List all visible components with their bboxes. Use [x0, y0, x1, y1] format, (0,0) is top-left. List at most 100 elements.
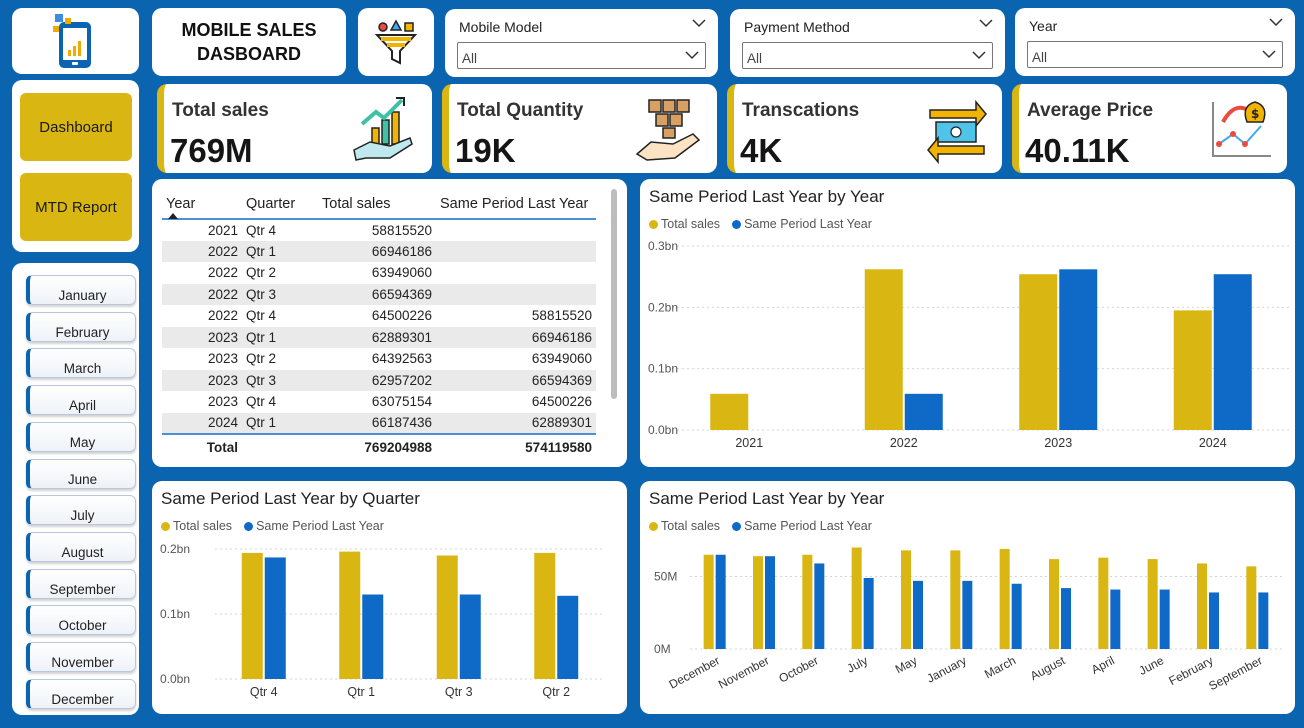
- bar-total-sales[interactable]: [436, 555, 458, 680]
- bar-total-sales[interactable]: [1197, 563, 1207, 649]
- mobile-logo-icon: [52, 14, 91, 68]
- chevron-down-icon[interactable]: [1269, 17, 1283, 27]
- bar-same-period-last-year[interactable]: [1011, 583, 1022, 649]
- month-option-december[interactable]: December: [26, 678, 136, 709]
- last-year-cell: 58815520: [531, 308, 592, 324]
- last-year-cell: 66594369: [531, 372, 592, 388]
- chevron-down-icon: [685, 51, 699, 60]
- total-sales-cell: 66187436: [371, 415, 432, 431]
- total-sales-cell: 63949060: [371, 265, 432, 281]
- x-tick-label: May: [893, 653, 920, 676]
- bar-same-period-last-year[interactable]: [557, 595, 579, 679]
- table-scrollbar[interactable]: [611, 189, 617, 399]
- bar-chart-by-year: 0.0bn 0.1bn 0.2bn 0.3bn 2021 2022 2023 2024: [648, 239, 1290, 450]
- bar-total-sales[interactable]: [1173, 310, 1212, 430]
- payment-method-dropdown[interactable]: All: [742, 42, 993, 69]
- month-option-june[interactable]: June: [26, 458, 136, 489]
- month-option-august[interactable]: August: [26, 531, 136, 562]
- total-sales-cell: 64500226: [371, 308, 432, 324]
- quarter-cell: Qtr 3: [246, 286, 277, 302]
- sort-descending-icon: [168, 213, 178, 219]
- bar-total-sales[interactable]: [1147, 559, 1158, 649]
- month-option-may[interactable]: May: [26, 421, 136, 452]
- bar-total-sales[interactable]: [851, 547, 862, 650]
- x-tick-label: Qtr 2: [542, 685, 570, 699]
- bar-total-sales[interactable]: [950, 550, 961, 649]
- total-sales-cell: 62957202: [371, 372, 432, 388]
- y-tick-label: 0.1bn: [160, 607, 190, 621]
- bar-same-period-last-year[interactable]: [962, 580, 973, 649]
- bar-total-sales[interactable]: [802, 554, 813, 649]
- bar-same-period-last-year[interactable]: [1061, 588, 1071, 649]
- bar-same-period-last-year[interactable]: [264, 557, 286, 679]
- sales-table-card: Year Quarter Total sales Same Period Las…: [152, 179, 627, 467]
- bar-same-period-last-year[interactable]: [1159, 589, 1170, 649]
- bar-total-sales[interactable]: [999, 548, 1010, 649]
- bar-total-sales[interactable]: [710, 393, 749, 430]
- mtd-report-button[interactable]: MTD Report: [20, 173, 132, 241]
- table-row: 2021 Qtr 4 58815520: [162, 219, 596, 241]
- column-header-total-sales[interactable]: Total sales: [318, 189, 436, 219]
- x-tick-label: 2022: [890, 436, 918, 450]
- year-dropdown[interactable]: All: [1027, 41, 1283, 68]
- bar-total-sales[interactable]: [864, 269, 903, 430]
- dashboard-button[interactable]: Dashboard: [20, 93, 132, 161]
- month-option-july[interactable]: July: [26, 495, 136, 526]
- bar-same-period-last-year[interactable]: [1110, 589, 1121, 649]
- total-last-year-value: 574119580: [525, 440, 592, 455]
- table-row: 2022 Qtr 3 66594369: [162, 283, 596, 306]
- bar-total-sales[interactable]: [901, 550, 911, 649]
- chevron-down-icon[interactable]: [979, 18, 993, 28]
- total-cell: [242, 434, 318, 460]
- bar-same-period-last-year[interactable]: [459, 594, 481, 680]
- bar-same-period-last-year[interactable]: [362, 594, 384, 680]
- chart-card-by-year: Same Period Last Year by Year Total sale…: [640, 179, 1295, 467]
- bar-same-period-last-year[interactable]: [1213, 274, 1252, 430]
- year-cell: 2024: [207, 415, 238, 431]
- month-option-september[interactable]: September: [26, 568, 136, 599]
- bar-same-period-last-year[interactable]: [765, 556, 775, 649]
- month-option-october[interactable]: October: [26, 605, 136, 636]
- column-header-same-period-last-year[interactable]: Same Period Last Year: [436, 189, 596, 219]
- table-row: 2023 Qtr 4 63075154 64500226: [162, 391, 596, 413]
- y-tick-label: 0.0bn: [648, 423, 678, 437]
- chevron-down-icon[interactable]: [692, 18, 706, 28]
- growth-chart-hand-icon: [353, 97, 413, 161]
- month-option-march[interactable]: March: [26, 348, 136, 379]
- column-header-year[interactable]: Year: [162, 189, 242, 219]
- column-header-quarter[interactable]: Quarter: [242, 189, 318, 219]
- filter-button[interactable]: [358, 8, 434, 76]
- bar-same-period-last-year[interactable]: [1209, 592, 1219, 649]
- bar-total-sales[interactable]: [753, 556, 763, 649]
- header-label: Year: [166, 195, 196, 212]
- month-option-april[interactable]: April: [26, 385, 136, 416]
- bar-same-period-last-year[interactable]: [913, 580, 923, 649]
- year-cell: 2023: [207, 351, 238, 367]
- quarter-cell: Qtr 2: [246, 351, 277, 367]
- bar-same-period-last-year[interactable]: [904, 393, 943, 430]
- bar-same-period-last-year[interactable]: [1258, 592, 1269, 649]
- bar-same-period-last-year[interactable]: [1059, 269, 1098, 430]
- bar-same-period-last-year[interactable]: [863, 577, 874, 649]
- bar-total-sales[interactable]: [1098, 557, 1109, 649]
- bar-total-sales[interactable]: [339, 551, 361, 679]
- navigation-panel: Dashboard MTD Report: [12, 80, 139, 252]
- table-total-row: Total 769204988 574119580: [162, 434, 596, 460]
- bar-total-sales[interactable]: [1246, 566, 1257, 649]
- last-year-cell: [436, 284, 596, 306]
- x-tick-label: Qtr 1: [347, 685, 375, 699]
- mobile-model-dropdown[interactable]: All: [457, 42, 706, 69]
- bar-same-period-last-year[interactable]: [715, 554, 726, 649]
- month-option-january[interactable]: January: [26, 275, 136, 305]
- year-cell: 2023: [207, 394, 238, 410]
- table-row: 2024 Qtr 1 66187436 62889301: [162, 412, 596, 434]
- bar-total-sales[interactable]: [241, 552, 263, 679]
- bar-same-period-last-year[interactable]: [814, 563, 825, 649]
- bar-total-sales[interactable]: [1049, 559, 1059, 649]
- bar-total-sales[interactable]: [1019, 274, 1058, 430]
- dropdown-value: All: [462, 51, 478, 66]
- month-option-february[interactable]: February: [26, 311, 136, 342]
- month-option-november[interactable]: November: [26, 642, 136, 672]
- bar-total-sales[interactable]: [703, 554, 714, 649]
- bar-total-sales[interactable]: [534, 552, 556, 679]
